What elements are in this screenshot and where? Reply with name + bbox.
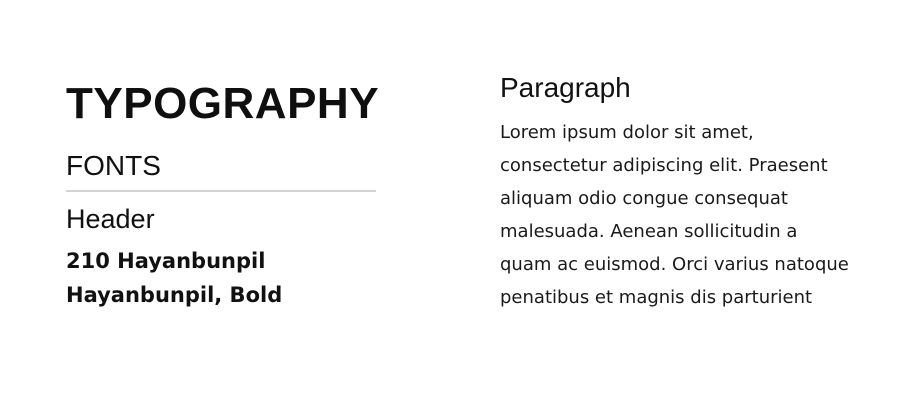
fonts-heading: FONTS (66, 150, 161, 181)
page-title: TYPOGRAPHY (66, 79, 380, 128)
paragraph-line: penatibus et magnis dis parturient (500, 287, 813, 308)
paragraph-line: Lorem ipsum dolor sit amet, (500, 122, 754, 143)
font-weight-sample: Hayanbunpil, Bold (66, 283, 283, 307)
paragraph-line: malesuada. Aenean sollicitudin a (500, 221, 798, 242)
paragraph-body: Lorem ipsum dolor sit amet, consectetur … (500, 116, 880, 314)
font-size-sample: 210 Hayanbunpil (66, 249, 266, 273)
divider (66, 190, 376, 192)
paragraph-title: Paragraph (500, 72, 631, 103)
typography-section: TYPOGRAPHY FONTS Header 210 Hayanbunpil … (66, 70, 380, 307)
header-label: Header (66, 204, 155, 234)
paragraph-line: consectetur adipiscing elit. Praesent (500, 155, 828, 176)
paragraph-line: quam ac euismod. Orci varius natoque (500, 254, 849, 275)
paragraph-line: aliquam odio congue consequat (500, 188, 788, 209)
paragraph-section: Paragraph Lorem ipsum dolor sit amet, co… (500, 74, 880, 314)
